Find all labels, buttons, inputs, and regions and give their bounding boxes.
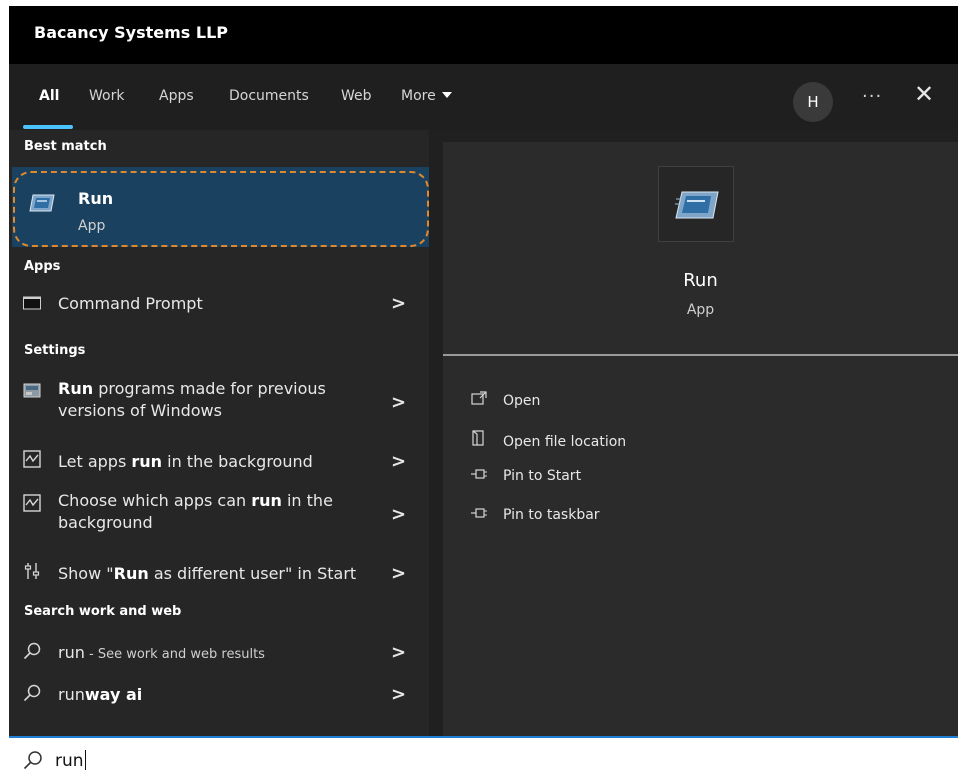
filter-tab-bar: All Work Apps Documents Web More H ··· ✕ (9, 64, 958, 130)
chevron-right-icon: > (391, 684, 407, 705)
setting-text-pre: Let apps (58, 452, 132, 471)
app-result-command-prompt[interactable]: Command Prompt > (9, 291, 429, 321)
setting-result-choose-apps-run[interactable]: Choose which apps can run in the backgro… (9, 490, 429, 540)
web-result-suffix: - See work and web results (84, 647, 265, 662)
action-label: Pin to Start (503, 468, 582, 484)
pin-icon (471, 507, 493, 523)
sliders-icon (24, 563, 40, 579)
tab-work[interactable]: Work (89, 88, 124, 104)
preview-divider (443, 354, 958, 356)
setting-label: Run programs made for previous versions … (58, 378, 326, 422)
action-label: Pin to taskbar (503, 507, 600, 523)
setting-text-bold: Run (113, 564, 149, 583)
action-label: Open file location (503, 434, 627, 450)
setting-text-pre: Show " (58, 564, 114, 583)
web-result-bold: way ai (84, 685, 143, 704)
chevron-right-icon: > (391, 642, 407, 663)
preview-title: Run (683, 270, 718, 291)
account-avatar[interactable]: H (793, 82, 833, 122)
action-open-file-location[interactable]: Open file location (471, 430, 626, 450)
setting-label: Let apps run in the background (58, 451, 313, 473)
search-window: Bacancy Systems LLP All Work Apps Docume… (9, 6, 958, 736)
preview-subtitle: App (686, 302, 715, 318)
chevron-right-icon: > (391, 392, 407, 413)
preview-icon-tile (658, 166, 734, 242)
command-prompt-icon (23, 296, 41, 310)
text-cursor (84, 750, 86, 770)
tab-all[interactable]: All (39, 88, 59, 104)
setting-text-post: as different user" in Start (148, 564, 357, 583)
web-result-run[interactable]: run - See work and web results > (9, 638, 429, 668)
file-location-icon (471, 430, 493, 450)
tab-more[interactable]: More (401, 88, 452, 104)
preview-pane: Run App Open Open file location Pin to S… (443, 142, 958, 736)
setting-text-bold: Run (58, 379, 94, 398)
setting-text-post: programs made for previous (93, 379, 326, 398)
tab-web[interactable]: Web (341, 88, 372, 104)
background-apps-icon (23, 450, 41, 468)
setting-text-bold: run (131, 452, 163, 471)
pin-icon (471, 468, 493, 484)
chevron-right-icon: > (391, 293, 407, 314)
action-open[interactable]: Open (471, 391, 540, 409)
action-label: Open (503, 393, 541, 409)
best-match-subtitle: App (78, 218, 106, 234)
caret-down-icon (441, 92, 452, 98)
chevron-right-icon: > (391, 563, 407, 584)
tab-documents[interactable]: Documents (229, 88, 309, 104)
action-pin-to-start[interactable]: Pin to Start (471, 468, 581, 484)
run-app-icon (29, 194, 55, 212)
web-result-runway-ai[interactable]: runway ai > (9, 680, 429, 710)
web-result-text: run (58, 685, 85, 704)
setting-text-line2: versions of Windows (58, 401, 222, 420)
chevron-right-icon: > (391, 451, 407, 472)
setting-result-let-apps-run[interactable]: Let apps run in the background > (9, 447, 429, 477)
apps-heading: Apps (24, 259, 61, 274)
setting-text-bold: run (251, 491, 282, 510)
setting-result-run-programs[interactable]: Run programs made for previous versions … (9, 378, 429, 428)
title-bar: Bacancy Systems LLP (9, 6, 958, 64)
background-apps-icon (23, 494, 41, 512)
open-icon (471, 391, 493, 409)
web-result-label: runway ai (58, 684, 142, 706)
action-pin-to-taskbar[interactable]: Pin to taskbar (471, 507, 600, 523)
compatibility-icon (23, 383, 41, 398)
chevron-right-icon: > (391, 504, 407, 525)
web-result-text: run (58, 643, 85, 662)
highlight-outline (13, 171, 429, 247)
more-options-icon[interactable]: ··· (862, 86, 882, 107)
search-work-web-heading: Search work and web (24, 604, 182, 619)
tab-apps[interactable]: Apps (159, 88, 194, 104)
search-input-value: run (55, 751, 84, 771)
setting-label: Choose which apps can run in the backgro… (58, 490, 333, 534)
active-tab-indicator (23, 125, 73, 129)
search-icon (23, 684, 41, 702)
setting-text-post: in the background (162, 452, 313, 471)
organization-name: Bacancy Systems LLP (34, 23, 229, 42)
best-match-heading: Best match (24, 139, 107, 154)
search-icon (23, 751, 42, 770)
screenshot-frame: Bacancy Systems LLP All Work Apps Docume… (0, 0, 958, 782)
search-box[interactable]: run (9, 736, 958, 782)
search-icon (23, 642, 41, 660)
setting-text-line2: background (58, 513, 153, 532)
best-match-title: Run (78, 189, 114, 208)
setting-text-post: in the (281, 491, 333, 510)
web-result-label: run - See work and web results (58, 642, 265, 666)
app-result-label: Command Prompt (58, 294, 203, 313)
setting-label: Show "Run as different user" in Start (58, 563, 356, 585)
settings-heading: Settings (24, 343, 86, 358)
setting-text-pre: Choose which apps can (58, 491, 252, 510)
setting-result-run-as-different-user[interactable]: Show "Run as different user" in Start > (9, 559, 429, 589)
close-icon[interactable]: ✕ (914, 80, 934, 108)
run-app-icon (675, 191, 719, 219)
tab-more-label: More (401, 88, 436, 104)
search-input[interactable]: run (55, 750, 86, 771)
